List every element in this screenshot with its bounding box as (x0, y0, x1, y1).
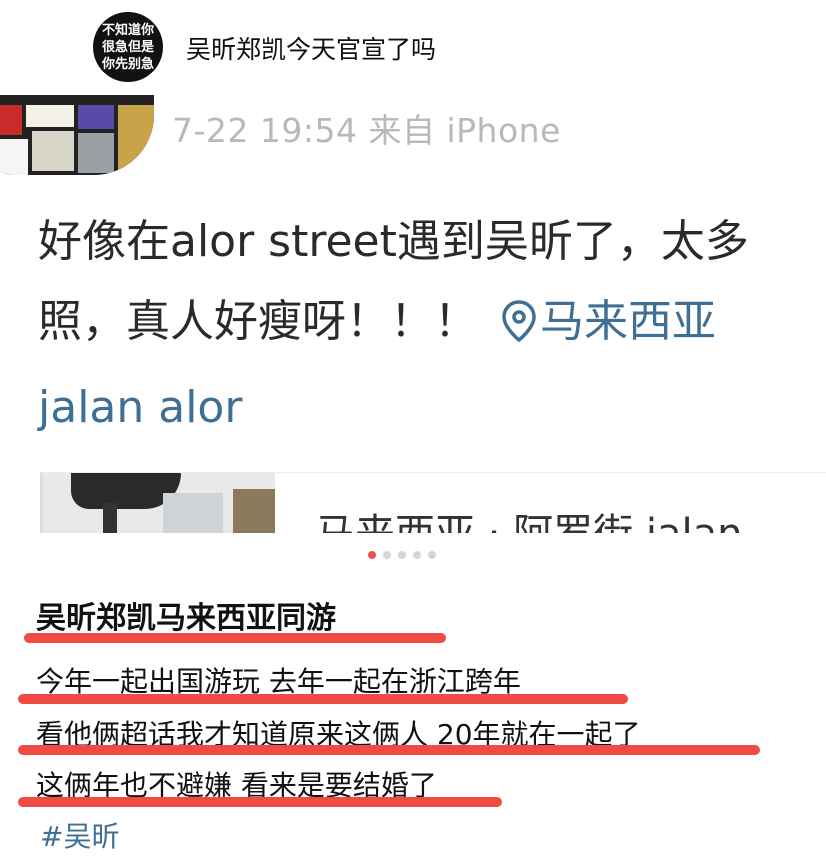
caption-title: 吴昕郑凯马来西亚同游 (36, 601, 336, 636)
location-link-line[interactable]: jalan alor (38, 368, 826, 448)
carousel-dot[interactable] (398, 551, 406, 559)
highlight-underline (24, 633, 446, 643)
group-avatar[interactable]: 不知道你 很急但是 你先别急 (93, 12, 163, 82)
post-meta: 7-22 19:54 来自 iPhone (172, 111, 561, 150)
post-title: 吴昕郑凯今天官宣了吗 (186, 35, 437, 64)
location-card-title: 马来西亚 · 阿罗街 jalan (315, 501, 742, 533)
carousel-dot-active[interactable] (368, 551, 376, 559)
post-body: 好像在alor street遇到吴昕了，太多 照，真人好瘦呀！！！ 马来西亚 j… (38, 202, 826, 448)
carousel-dot[interactable] (428, 551, 436, 559)
location-link[interactable]: 马来西亚 (540, 296, 716, 347)
highlight-underline (18, 797, 502, 807)
body-line-2-text: 照，真人好瘦呀！！！ (38, 296, 478, 347)
avatar-text-2: 很急但是 (101, 39, 154, 55)
avatar-text-1: 不知道你 (101, 22, 154, 38)
carousel-indicator (368, 551, 436, 559)
body-line-2: 照，真人好瘦呀！！！ 马来西亚 (38, 282, 826, 368)
body-line-1: 好像在alor street遇到吴昕了，太多 (38, 216, 749, 267)
carousel-dot[interactable] (383, 551, 391, 559)
location-pin-icon (502, 288, 536, 368)
hashtag-link[interactable]: #吴昕 (40, 815, 119, 855)
highlight-underline (18, 694, 628, 704)
highlight-underline (18, 745, 760, 755)
carousel-dot[interactable] (413, 551, 421, 559)
location-card[interactable]: 马来西亚 · 阿罗街 jalan (40, 472, 826, 533)
location-thumbnail (43, 473, 275, 533)
avatar-text-3: 你先别急 (101, 56, 154, 72)
poster-avatar[interactable] (0, 95, 154, 175)
